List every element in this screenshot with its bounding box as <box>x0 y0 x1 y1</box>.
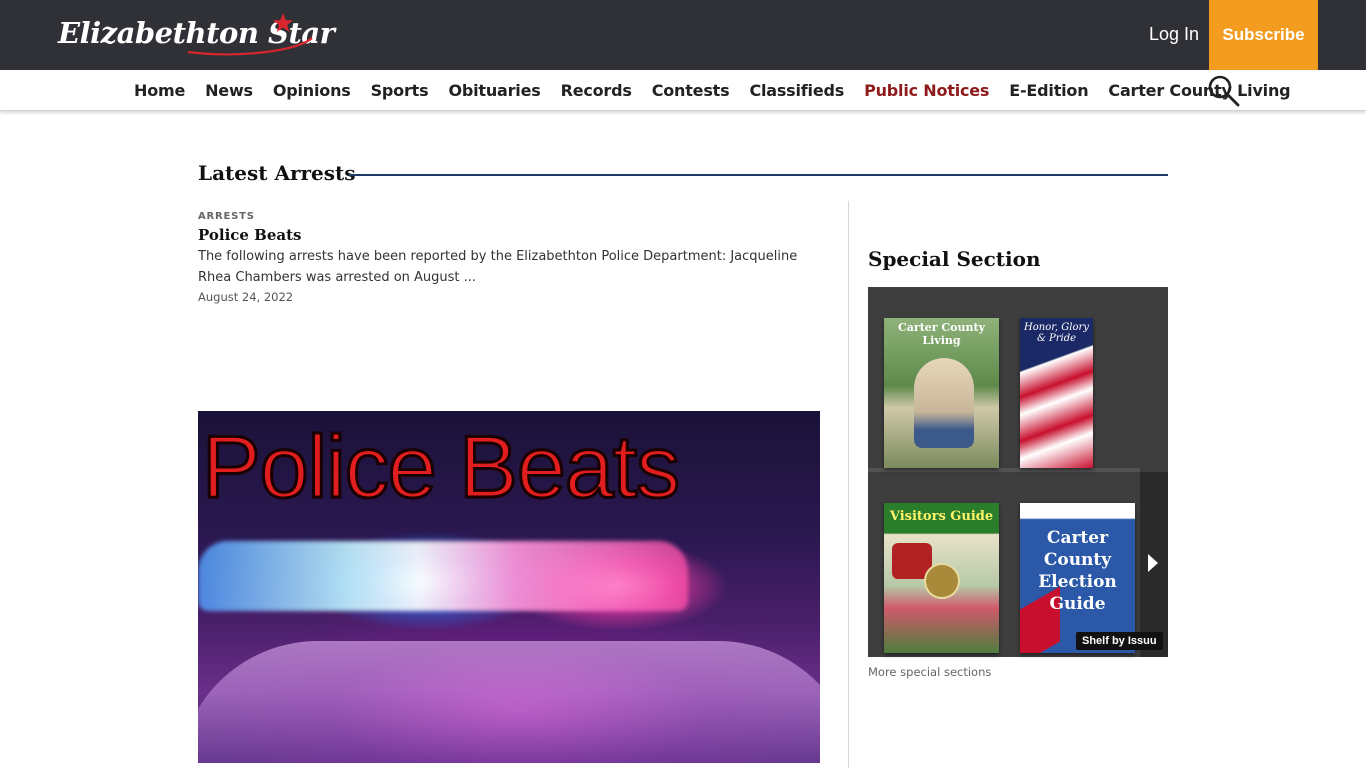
article-excerpt: The following arrests have been reported… <box>198 249 798 285</box>
cover-title: Honor, Glory & Pride <box>1024 322 1089 344</box>
cover-visitors-guide[interactable]: Visitors Guide <box>884 503 999 653</box>
nav-item-news[interactable]: News <box>195 81 263 100</box>
shelf-by-issuu-badge[interactable]: Shelf by Issuu <box>1076 632 1163 650</box>
nav-item-obituaries[interactable]: Obituaries <box>438 81 550 100</box>
cover-title: Carter County Election Guide <box>1038 528 1117 614</box>
seal-icon <box>924 563 960 599</box>
column-divider <box>848 201 849 768</box>
chevron-right-icon <box>1148 554 1158 572</box>
nav-menu: Home News Opinions Sports Obituaries Rec… <box>124 70 1300 111</box>
logo-swoosh <box>187 37 313 56</box>
cover-carter-county-living[interactable]: Carter County Living <box>884 318 999 468</box>
nav-item-contests[interactable]: Contests <box>642 81 740 100</box>
nav-item-classifieds[interactable]: Classifieds <box>739 81 854 100</box>
top-bar: Elizabethton Star Log In Subscribe <box>0 0 1366 70</box>
police-car-hood <box>198 641 820 763</box>
nav-item-opinions[interactable]: Opinions <box>263 81 361 100</box>
section-divider <box>349 174 1168 176</box>
shelf-divider <box>868 468 1140 472</box>
article-feature-image[interactable]: Police Beats <box>198 411 820 763</box>
article-category[interactable]: ARRESTS <box>198 211 255 222</box>
article-headline[interactable]: Police Beats <box>198 226 302 244</box>
cover-title: Visitors Guide <box>889 509 994 524</box>
article-date: August 24, 2022 <box>198 290 294 304</box>
nav-item-e-edition[interactable]: E-Edition <box>999 81 1098 100</box>
more-special-sections-link[interactable]: More special sections <box>868 665 991 679</box>
next-arrow-button[interactable] <box>1140 472 1168 657</box>
login-link[interactable]: Log In <box>1149 24 1199 45</box>
site-logo[interactable]: Elizabethton Star <box>56 12 335 58</box>
feature-image-caption: Police Beats <box>200 416 681 518</box>
nav-item-carter-county-living[interactable]: Carter County Living <box>1098 81 1300 100</box>
nav-item-public-notices[interactable]: Public Notices <box>854 81 999 100</box>
cover-photo <box>914 358 974 448</box>
subscribe-button[interactable]: Subscribe <box>1209 0 1318 70</box>
nav-item-records[interactable]: Records <box>551 81 642 100</box>
issuu-shelf: Carter County Living Honor, Glory & Prid… <box>868 287 1168 657</box>
cover-election-guide[interactable]: Carter County Election Guide <box>1020 503 1135 653</box>
section-title: Latest Arrests <box>198 161 356 185</box>
sidebar-title: Special Section <box>868 247 1041 271</box>
star-icon <box>272 12 294 33</box>
cover-honor-glory-pride[interactable]: Honor, Glory & Pride <box>1020 318 1093 468</box>
police-light-bar <box>198 541 688 611</box>
cover-title: Carter County Living <box>898 321 985 347</box>
nav-item-home[interactable]: Home <box>124 81 195 100</box>
search-icon[interactable] <box>1207 74 1241 108</box>
nav-item-sports[interactable]: Sports <box>361 81 439 100</box>
main-nav: Home News Opinions Sports Obituaries Rec… <box>0 70 1366 111</box>
